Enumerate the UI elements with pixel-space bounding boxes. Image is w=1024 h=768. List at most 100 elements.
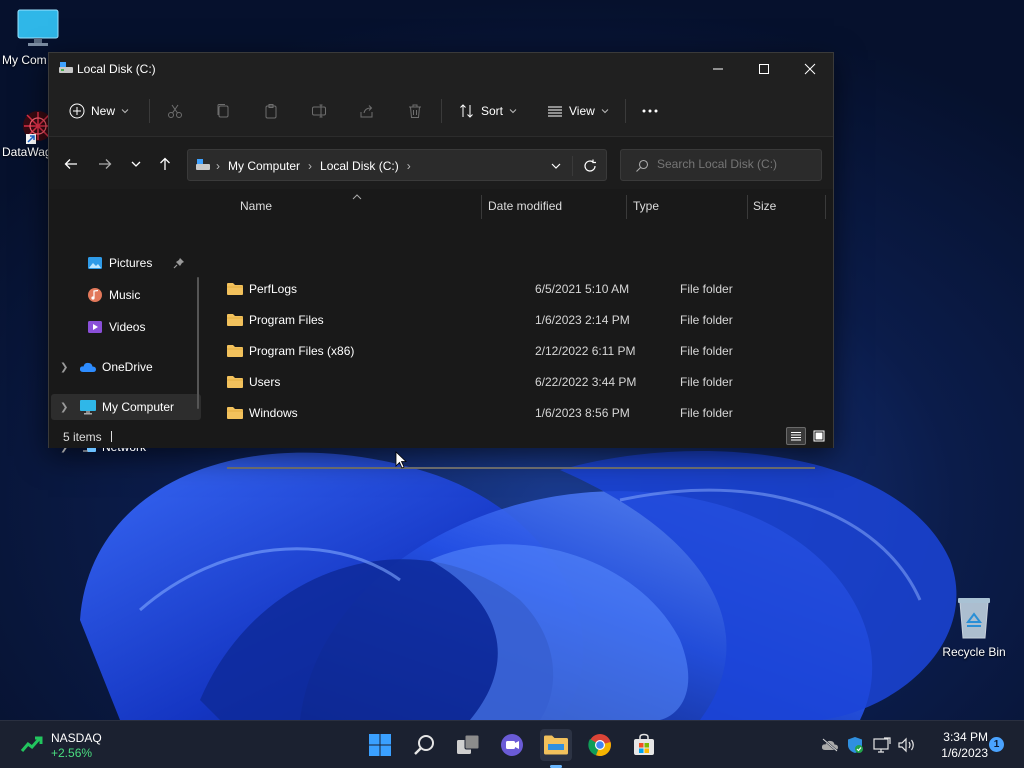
network-tray-button[interactable] [872, 735, 892, 755]
nav-item-label: OneDrive [102, 360, 153, 374]
taskbar-search-button[interactable] [408, 729, 440, 761]
column-divider[interactable] [747, 195, 748, 219]
notification-count: 1 [993, 739, 1000, 750]
delete-icon [409, 104, 421, 118]
desktop-icon-recycle-bin[interactable]: Recycle Bin [936, 596, 1012, 659]
breadcrumb-local-disk[interactable]: Local Disk (C:) [320, 159, 399, 173]
minimize-button[interactable] [695, 53, 741, 85]
copy-button[interactable] [215, 95, 231, 127]
breadcrumb-my-computer[interactable]: My Computer [228, 159, 300, 173]
details-view-button[interactable] [786, 427, 806, 445]
column-header-type[interactable]: Type [633, 199, 659, 213]
minimize-icon [713, 68, 723, 70]
search-input[interactable] [657, 157, 813, 171]
address-bar-divider [572, 156, 573, 176]
command-bar: New Sort View [49, 85, 833, 137]
up-button[interactable] [151, 151, 179, 177]
chrome-taskbar-button[interactable] [584, 729, 616, 761]
chevron-down-icon[interactable] [550, 160, 562, 172]
file-row[interactable]: Users 6/22/2022 3:44 PM File folder [223, 368, 817, 396]
large-icons-view-button[interactable] [809, 427, 829, 445]
separator [441, 99, 442, 123]
file-row[interactable]: Program Files (x86) 2/12/2022 6:11 PM Fi… [223, 337, 817, 365]
title-bar[interactable]: Local Disk (C:) [49, 53, 833, 85]
nav-item-my-computer[interactable]: ❯ My Computer [51, 394, 201, 420]
taskbar: NASDAQ +2.56% 3:34 PM 1/6/2023 1 [0, 720, 1024, 768]
plus-circle-icon [69, 103, 85, 119]
onedrive-tray-button[interactable] [820, 735, 840, 755]
forward-button[interactable] [91, 151, 119, 177]
back-button[interactable] [57, 151, 85, 177]
file-explorer-window[interactable]: Local Disk (C:) New Sort View › My Compu… [48, 52, 834, 469]
column-header-size[interactable]: Size [753, 199, 776, 213]
file-row[interactable]: Program Files 1/6/2023 2:14 PM File fold… [223, 306, 817, 334]
column-divider[interactable] [825, 195, 826, 219]
task-view-button[interactable] [452, 729, 484, 761]
expand-chevron-icon[interactable]: ❯ [60, 402, 68, 413]
chat-icon [501, 734, 523, 756]
column-divider[interactable] [481, 195, 482, 219]
search-box[interactable] [620, 149, 822, 181]
folder-icon [227, 376, 243, 388]
recent-locations-button[interactable] [122, 151, 150, 177]
nav-item-onedrive[interactable]: ❯ OneDrive [49, 354, 199, 380]
sort-button[interactable]: Sort [459, 95, 517, 127]
store-taskbar-button[interactable] [628, 729, 660, 761]
notification-badge[interactable]: 1 [989, 737, 1004, 752]
chat-button[interactable] [496, 729, 528, 761]
column-header-date-modified[interactable]: Date modified [488, 199, 562, 213]
cloud-offline-icon [821, 738, 838, 752]
file-row[interactable]: Windows 1/6/2023 8:56 PM File folder [223, 399, 817, 427]
nav-item-music[interactable]: Music [49, 282, 199, 308]
column-divider[interactable] [626, 195, 627, 219]
close-button[interactable] [787, 53, 833, 85]
file-explorer-taskbar-button[interactable] [540, 729, 572, 768]
folder-icon [227, 314, 243, 326]
paste-button[interactable] [263, 95, 279, 127]
breadcrumb: › My Computer › Local Disk (C:) › [216, 159, 411, 173]
status-bar: 5 items [49, 425, 833, 448]
computer-icon [196, 159, 210, 170]
pin-icon[interactable] [173, 257, 185, 269]
maximize-icon [759, 64, 769, 74]
sort-icon [460, 104, 473, 118]
view-label: View [569, 104, 595, 118]
security-tray-button[interactable] [845, 735, 865, 755]
share-button[interactable] [359, 95, 375, 127]
chevron-down-icon [121, 109, 129, 114]
start-button[interactable] [364, 729, 396, 761]
view-button[interactable]: View [547, 95, 609, 127]
new-button[interactable]: New [69, 95, 129, 127]
more-options-button[interactable] [641, 95, 659, 127]
view-icon [548, 106, 562, 117]
navigation-pane-scrollbar[interactable] [197, 277, 199, 409]
cut-button[interactable] [167, 95, 183, 127]
rename-button[interactable] [311, 95, 327, 127]
nav-item-videos[interactable]: Videos [49, 314, 199, 340]
separator [625, 99, 626, 123]
new-label: New [91, 104, 116, 118]
pictures-icon [88, 257, 102, 269]
onedrive-icon [79, 362, 96, 372]
nav-item-pictures[interactable]: Pictures [49, 250, 199, 276]
maximize-button[interactable] [741, 53, 787, 85]
file-date: 6/5/2021 5:10 AM [535, 282, 630, 296]
status-divider [111, 431, 112, 442]
share-icon [360, 105, 373, 118]
clock[interactable]: 3:34 PM 1/6/2023 [928, 729, 988, 761]
horizontal-scrollbar[interactable] [227, 467, 815, 469]
address-bar[interactable]: › My Computer › Local Disk (C:) › [187, 149, 607, 181]
widgets-button[interactable]: NASDAQ +2.56% [18, 729, 128, 761]
volume-tray-button[interactable] [897, 735, 917, 755]
recycle-bin-icon [958, 598, 990, 639]
delete-button[interactable] [407, 95, 423, 127]
column-header-name[interactable]: Name [240, 199, 272, 213]
clock-time: 3:34 PM [943, 730, 988, 744]
file-row[interactable]: PerfLogs 6/5/2021 5:10 AM File folder [223, 275, 817, 303]
start-icon [369, 734, 391, 756]
expand-chevron-icon[interactable]: ❯ [60, 362, 68, 373]
nav-item-label: Videos [109, 320, 146, 334]
nav-item-label: Pictures [109, 256, 153, 270]
task-view-icon [457, 734, 480, 754]
refresh-icon[interactable] [583, 159, 597, 173]
